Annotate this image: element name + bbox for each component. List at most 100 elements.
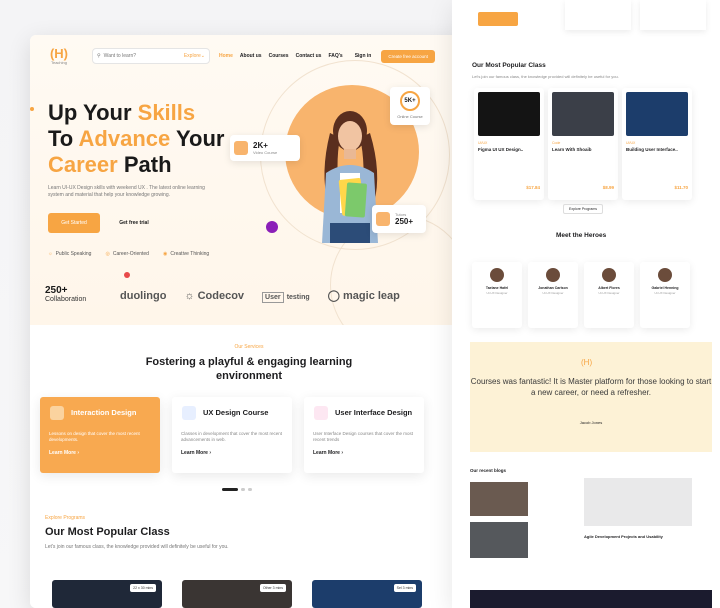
hero-role: UI-UX Designer bbox=[654, 291, 676, 295]
course-image bbox=[478, 92, 540, 136]
service-card-ux[interactable]: UX Design Course Classes in development … bbox=[172, 397, 292, 473]
learn-more-link[interactable]: Learn More › bbox=[181, 450, 283, 456]
learn-more-link[interactable]: Learn More › bbox=[313, 450, 415, 456]
search-placeholder: Want to learn? bbox=[103, 53, 137, 59]
codecov-logo: ☼ Codecov bbox=[184, 289, 245, 302]
magicleap-logo-text: magic leap bbox=[343, 290, 400, 302]
heroes-title: Meet the Heroes bbox=[556, 232, 607, 239]
logo-text: Teaching bbox=[50, 60, 67, 65]
feature-item: ☼ Public Speaking bbox=[48, 251, 92, 257]
hero-heading-highlight: Skills bbox=[137, 100, 196, 125]
class-thumbnails: 22 x 30 mins Other 3 mins Sel 3 mins bbox=[52, 580, 422, 608]
hero-features: ☼ Public Speaking ◎ Career-Oriented ◉ Creat… bbox=[48, 251, 209, 257]
service-card-partial[interactable] bbox=[640, 0, 706, 30]
course-label: Online Course bbox=[397, 114, 423, 119]
quote-icon: (H) bbox=[581, 358, 593, 367]
speech-icon: ☼ bbox=[48, 251, 53, 257]
service-card-interaction[interactable]: Interaction Design Lessons on design tha… bbox=[40, 397, 160, 473]
carousel-pager bbox=[222, 488, 252, 491]
decor-dot bbox=[124, 272, 130, 278]
duration-badge: Other 3 mins bbox=[259, 584, 286, 592]
course-tag: UI/UX bbox=[478, 141, 488, 145]
service-card-ui[interactable]: User Interface Design User Interface Des… bbox=[304, 397, 424, 473]
nav-link-faq[interactable]: FAQ's bbox=[328, 53, 342, 59]
video-icon bbox=[234, 141, 248, 155]
course-tag: Code bbox=[552, 141, 561, 145]
blog-title: Agile Development Projects and Usability bbox=[584, 534, 663, 539]
popular-subtitle: Let's join our famous class, the knowled… bbox=[45, 544, 229, 550]
card-desc: Classes in development that cover the mo… bbox=[181, 431, 283, 442]
avatar bbox=[658, 268, 672, 282]
create-account-button[interactable]: Create free account bbox=[381, 49, 435, 63]
card-desc: Lessons on design that cover the most re… bbox=[49, 431, 140, 442]
target-icon: ◎ bbox=[105, 251, 110, 257]
blog-image[interactable] bbox=[470, 522, 528, 558]
course-name: Figma UI UX Design.. bbox=[478, 147, 524, 152]
blog-image[interactable] bbox=[470, 482, 528, 516]
top-cards-strip bbox=[470, 0, 712, 34]
class-thumbnail[interactable]: 22 x 30 mins bbox=[52, 580, 162, 608]
pager-dot[interactable] bbox=[248, 488, 252, 491]
free-trial-button[interactable]: Get free trial bbox=[108, 213, 160, 233]
hero-card[interactable]: Gabriel Henning UI-UX Designer bbox=[640, 262, 690, 328]
canvas: (H) Teaching ⚲ Want to learn? Explore ⌄ … bbox=[0, 0, 720, 608]
logo[interactable]: (H) Teaching bbox=[40, 47, 78, 65]
nav-link-contact[interactable]: Contact us bbox=[296, 53, 322, 59]
footer bbox=[470, 590, 712, 608]
hero-heading: Up Your Skills To Advance Your Career Pa… bbox=[48, 100, 224, 178]
decor-dot bbox=[266, 221, 278, 233]
search-category-select[interactable]: Explore bbox=[184, 53, 201, 59]
get-started-button[interactable]: Get Started bbox=[48, 213, 100, 233]
search-input[interactable]: ⚲ Want to learn? Explore ⌄ bbox=[92, 48, 210, 64]
video-count: 2K+ bbox=[253, 141, 268, 150]
course-card[interactable]: UI/UX Figma UI UX Design.. $17.84 bbox=[474, 88, 544, 200]
duolingo-logo: duolingo bbox=[120, 289, 167, 302]
collab-label: Collaboration bbox=[45, 296, 87, 303]
card-desc: User Interface Design courses that cover… bbox=[313, 431, 414, 442]
card-title: UX Design Course bbox=[203, 408, 269, 417]
tutors-stat: Tutors 250+ bbox=[372, 205, 426, 233]
nav-link-about[interactable]: About us bbox=[240, 53, 262, 59]
hero-name: Jonathan Carlson bbox=[538, 286, 568, 290]
class-thumbnail[interactable]: Sel 3 mins bbox=[312, 580, 422, 608]
service-card-partial[interactable] bbox=[565, 0, 631, 30]
blog-featured-image[interactable] bbox=[584, 478, 692, 526]
usertesting-logo: User testing bbox=[262, 290, 310, 303]
pager-dot[interactable] bbox=[241, 488, 245, 491]
popular-title: Our Most Popular Class bbox=[45, 526, 170, 538]
hero-heading-highlight: Career bbox=[48, 152, 118, 177]
class-thumbnail[interactable]: Other 3 mins bbox=[182, 580, 292, 608]
learn-more-link[interactable]: Learn More › bbox=[49, 450, 151, 456]
pager-dot-active[interactable] bbox=[222, 488, 238, 491]
course-price: $11.70 bbox=[674, 185, 688, 190]
hero-heading-part: Your bbox=[170, 126, 225, 151]
hero-card[interactable]: Taelane Hafel UI-UX Designer bbox=[472, 262, 522, 328]
hero-card[interactable]: Albert Flores UI-UX Designer bbox=[584, 262, 634, 328]
usertesting-logo-text: testing bbox=[286, 293, 310, 301]
right-popular-subtitle: Let's join our famous class, the knowled… bbox=[472, 74, 619, 79]
hero-heading-part: Up Your bbox=[48, 100, 138, 125]
course-card[interactable]: Code Learn With Shoaib $8.99 bbox=[548, 88, 618, 200]
hero-card[interactable]: Jonathan Carlson UI-UX Designer bbox=[528, 262, 578, 328]
services-cards: Interaction Design Lessons on design tha… bbox=[40, 397, 424, 473]
tutor-icon bbox=[376, 212, 390, 226]
online-course-stat: 5K+ Online Course bbox=[390, 87, 430, 125]
nav-link-courses[interactable]: Courses bbox=[269, 53, 289, 59]
hero-role: UI-UX Designer bbox=[542, 291, 564, 295]
hero-name: Gabriel Henning bbox=[651, 286, 679, 290]
tutor-count: 250+ bbox=[395, 217, 414, 226]
course-count: 5K+ bbox=[400, 91, 420, 111]
course-card[interactable]: UI/UX Building User Interface.. $11.70 bbox=[622, 88, 692, 200]
hero-heading-part: Path bbox=[117, 152, 172, 177]
explore-programs-button[interactable]: Explore Programs bbox=[563, 204, 604, 214]
signin-link[interactable]: Sign in bbox=[355, 53, 372, 59]
logo-mark-icon: (H) bbox=[49, 46, 69, 61]
course-image bbox=[626, 92, 688, 136]
services-title: Fostering a playful & engaging learning … bbox=[30, 355, 468, 383]
popular-class-section: Explore Programs Our Most Popular Class … bbox=[45, 515, 229, 550]
chevron-down-icon: ⌄ bbox=[200, 53, 205, 59]
cta-button[interactable] bbox=[478, 12, 518, 26]
landing-page-preview: (H) Teaching ⚲ Want to learn? Explore ⌄ … bbox=[30, 35, 468, 608]
nav-link-home[interactable]: Home bbox=[219, 53, 233, 59]
course-image bbox=[552, 92, 614, 136]
